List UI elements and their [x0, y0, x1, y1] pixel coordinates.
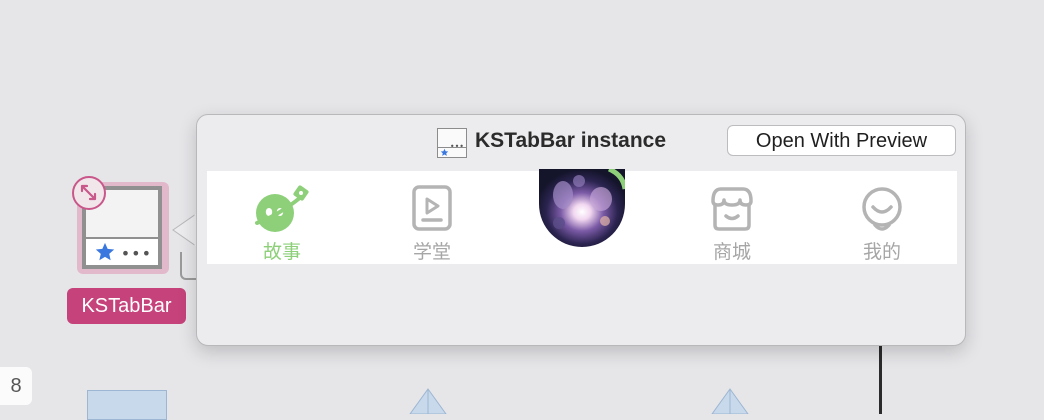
smiley-icon — [862, 187, 902, 231]
node-label[interactable]: KSTabBar — [67, 288, 186, 324]
canvas-node-partial[interactable] — [87, 390, 167, 420]
tab-label: 学堂 — [412, 241, 451, 263]
shop-icon — [711, 187, 753, 231]
tab-school[interactable]: 学堂 — [372, 171, 492, 264]
tab-story[interactable]: 故事 — [222, 171, 342, 264]
side-badge: 8 — [0, 367, 32, 405]
play-document-icon — [412, 185, 452, 231]
tabbar-preview: 故事 学堂 商城 我的 — [207, 169, 957, 264]
tab-label: 商城 — [712, 241, 751, 263]
center-avatar[interactable] — [539, 169, 625, 247]
star-icon — [95, 242, 115, 261]
storyboard-node[interactable]: ••• KSTabBar — [67, 176, 186, 328]
planet-icon — [255, 185, 309, 232]
star-icon — [440, 148, 449, 156]
expand-arrows-icon — [80, 184, 97, 201]
expand-icon[interactable] — [72, 176, 106, 210]
document-icon: ••• — [437, 128, 467, 158]
canvas-divider — [879, 345, 882, 414]
tab-shop[interactable]: 商城 — [672, 171, 792, 264]
quick-look-popover: ••• KSTabBar instance Open With Preview … — [196, 114, 966, 346]
popover-tail — [172, 214, 196, 246]
more-dots-icon: ••• — [120, 244, 152, 263]
node-preview-bar: ••• — [86, 237, 158, 265]
popover-header: ••• KSTabBar instance Open With Preview — [197, 115, 965, 171]
tab-label: 故事 — [262, 241, 301, 263]
avatar-image — [539, 169, 625, 247]
scene-arrow-icon — [711, 388, 749, 414]
more-dots-icon: ••• — [449, 142, 464, 151]
tab-mine[interactable]: 我的 — [822, 171, 942, 264]
tab-label: 我的 — [862, 241, 901, 263]
popover-title: KSTabBar instance — [475, 129, 666, 152]
scene-arrow-icon — [409, 388, 447, 414]
open-with-preview-button[interactable]: Open With Preview — [727, 125, 956, 156]
